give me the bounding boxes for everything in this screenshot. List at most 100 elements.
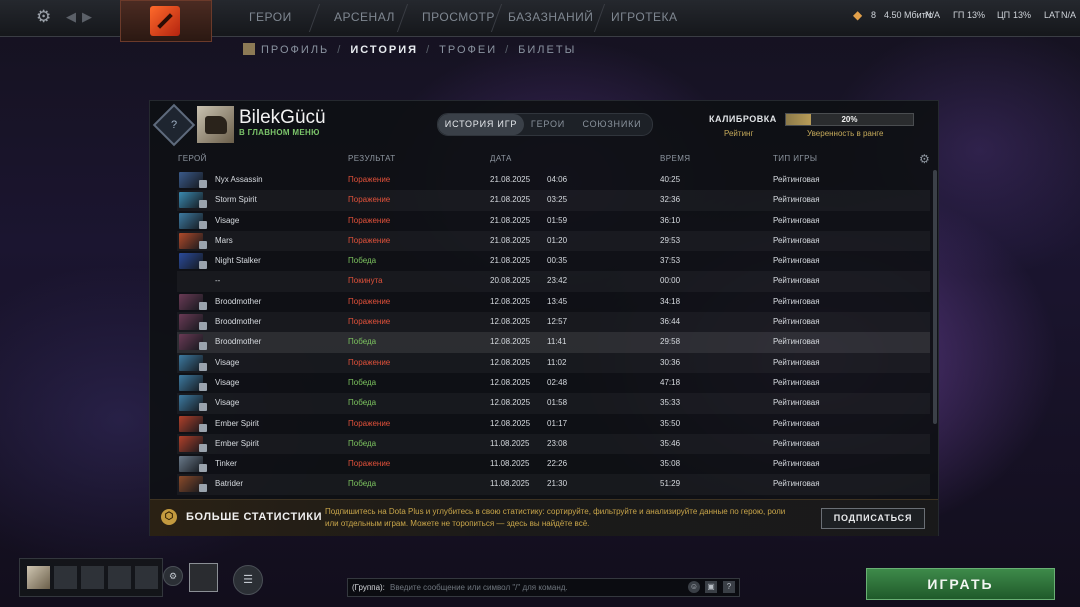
subscribe-button[interactable]: ПОДПИСАТЬСЯ xyxy=(821,508,925,529)
table-row[interactable]: Visage Победа 12.08.2025 02:48 47:18 Рейтинго… xyxy=(177,373,930,393)
match-time: 02:48 xyxy=(547,377,568,387)
role-badge-icon xyxy=(199,200,207,209)
nav-heroes[interactable]: ГЕРОИ xyxy=(249,10,292,24)
role-badge-icon xyxy=(199,464,207,473)
party-slot-empty[interactable] xyxy=(108,566,131,589)
dota-plus-icon: ⬡ xyxy=(161,509,177,525)
match-duration: 32:36 xyxy=(660,195,681,205)
gpu-value: 13% xyxy=(967,10,986,20)
hero-name: Tinker xyxy=(215,459,237,469)
chat-channel[interactable]: (Группа): xyxy=(352,579,385,596)
breadcrumb: ПРОФИЛЬ / ИСТОРИЯ / ТРОФЕИ / БИЛЕТЫ xyxy=(243,43,576,56)
nav-learn[interactable]: БАЗАЗНАНИЙ xyxy=(508,10,593,24)
avatar[interactable] xyxy=(197,106,234,143)
dota-logo-button[interactable] xyxy=(120,0,212,42)
table-row[interactable]: Mars Поражение 21.08.2025 01:20 29:53 Рейтинг… xyxy=(177,230,930,252)
match-result: Поражение xyxy=(348,459,391,469)
nav-back-forward-icons[interactable]: ◀▶ xyxy=(66,9,98,25)
hero-name: Ember Spirit xyxy=(215,418,260,428)
game-type: Рейтинговая xyxy=(773,357,820,367)
table-row[interactable]: Broodmother Поражение 12.08.2025 13:45 34:18… xyxy=(177,292,930,312)
party-slot-empty[interactable] xyxy=(54,566,77,589)
scrollbar[interactable] xyxy=(933,170,937,424)
nav-arsenal[interactable]: АРСЕНАЛ xyxy=(334,10,395,24)
match-date: 21.08.2025 xyxy=(490,195,531,205)
table-settings-icon[interactable]: ⚙ xyxy=(919,152,930,166)
dota-plus-title: БОЛЬШЕ СТАТИСТИКИ xyxy=(186,511,323,523)
table-row[interactable]: Ember Spirit Победа 11.08.2025 23:08 35:46 Ре… xyxy=(177,433,930,455)
nav-arcade[interactable]: ИГРОТЕКА xyxy=(611,10,678,24)
game-type: Рейтинговая xyxy=(773,438,820,448)
tab-match-history[interactable]: ИСТОРИЯ ИГР xyxy=(438,114,524,135)
hero-name: Visage xyxy=(215,377,240,387)
crumb-profile[interactable]: ПРОФИЛЬ xyxy=(261,44,329,56)
chat-input[interactable]: (Группа): Введите сообщение или символ "… xyxy=(347,578,740,597)
friends-icon[interactable]: ☰ xyxy=(233,565,263,595)
match-duration: 29:53 xyxy=(660,235,681,245)
player-status: В ГЛАВНОМ МЕНЮ xyxy=(239,128,320,137)
rank-emblem-icon[interactable]: ? xyxy=(152,103,196,147)
table-row[interactable]: Visage Победа 12.08.2025 01:58 35:33 Рейтинго… xyxy=(177,393,930,414)
match-result: Победа xyxy=(348,438,377,448)
match-date: 12.08.2025 xyxy=(490,317,531,327)
role-badge-icon xyxy=(199,220,207,229)
table-row[interactable]: Tinker Поражение 11.08.2025 22:26 35:08 Рейти… xyxy=(177,454,930,474)
table-row[interactable]: Broodmother Победа 12.08.2025 11:41 29:58 Рей… xyxy=(177,332,930,353)
table-row[interactable]: Storm Spirit Поражение 21.08.2025 03:25 32:3… xyxy=(177,190,930,211)
hero-name: Mars xyxy=(215,235,233,245)
party-slot-empty[interactable] xyxy=(81,566,104,589)
table-row[interactable]: -- Покинута 20.08.2025 23:42 00:00 Рейтингова… xyxy=(177,271,930,292)
table-row[interactable]: Visage Поражение 12.08.2025 11:02 30:36 Рейти… xyxy=(177,352,930,373)
tab-heroes[interactable]: ГЕРОИ xyxy=(524,114,572,135)
hero-name: Broodmother xyxy=(215,317,262,327)
match-result: Поражение xyxy=(348,215,391,225)
match-result: Поражение xyxy=(348,357,391,367)
crumb-trophies[interactable]: ТРОФЕИ xyxy=(439,44,497,56)
match-date: 21.08.2025 xyxy=(490,256,531,266)
table-row[interactable]: Batrider Победа 11.08.2025 21:30 51:29 Рейтин… xyxy=(177,474,930,495)
battle-pass-button[interactable] xyxy=(189,563,218,592)
party-slot-self[interactable] xyxy=(27,566,50,589)
nav-watch[interactable]: ПРОСМОТР xyxy=(422,10,495,24)
settings-gear-icon[interactable]: ⚙ xyxy=(36,8,54,26)
hero-name: Visage xyxy=(215,357,240,367)
col-result[interactable]: РЕЗУЛЬТАТ xyxy=(348,154,396,163)
crumb-tickets[interactable]: БИЛЕТЫ xyxy=(518,44,576,56)
shards-count: 8 xyxy=(871,10,877,20)
match-time: 22:26 xyxy=(547,459,568,469)
match-history-panel: ? BilekGücü В ГЛАВНОМ МЕНЮ ИСТОРИЯ ИГР Г… xyxy=(149,100,939,536)
chat-wheel-icon[interactable]: ▣ xyxy=(705,581,717,593)
match-duration: 29:58 xyxy=(660,337,681,347)
crumb-separator: / xyxy=(337,44,343,56)
table-row[interactable]: Broodmother Поражение 12.08.2025 12:57 36:44… xyxy=(177,312,930,333)
col-date[interactable]: ДАТА xyxy=(490,154,512,163)
table-row[interactable]: Nyx Assassin Поражение 21.08.2025 04:06 40:2… xyxy=(177,170,930,190)
col-hero[interactable]: ГЕРОЙ xyxy=(178,154,207,163)
play-button[interactable]: ИГРАТЬ xyxy=(866,568,1055,600)
match-result: Поражение xyxy=(348,175,391,184)
role-badge-icon xyxy=(199,261,207,270)
crumb-history[interactable]: ИСТОРИЯ xyxy=(350,44,418,56)
party-slot-empty[interactable] xyxy=(135,566,158,589)
hero-name: Ember Spirit xyxy=(215,438,260,448)
match-time: 01:58 xyxy=(547,398,568,408)
table-row[interactable]: Night Stalker Победа 21.08.2025 00:35 37:53 Р… xyxy=(177,251,930,271)
col-duration[interactable]: ВРЕМЯ xyxy=(660,154,690,163)
dota-logo-icon xyxy=(150,6,180,36)
table-row[interactable]: Ember Spirit Поражение 12.08.2025 01:17 35:5… xyxy=(177,414,930,434)
party-settings-icon[interactable]: ⚙ xyxy=(163,566,183,586)
role-badge-icon xyxy=(199,322,207,331)
emoji-icon[interactable]: ☺ xyxy=(688,581,700,593)
tab-allies[interactable]: СОЮЗНИКИ xyxy=(572,114,652,135)
party-bar xyxy=(19,558,163,597)
table-row[interactable]: Visage Поражение 21.08.2025 01:59 36:10 Рейти… xyxy=(177,211,930,231)
match-result: Поражение xyxy=(348,235,391,245)
hero-name: Storm Spirit xyxy=(215,195,257,205)
match-duration: 35:08 xyxy=(660,459,681,469)
col-game-type[interactable]: ТИП ИГРЫ xyxy=(773,154,817,163)
match-list: Nyx Assassin Поражение 21.08.2025 04:06 40:2… xyxy=(177,170,930,495)
match-time: 01:17 xyxy=(547,418,568,428)
match-time: 03:25 xyxy=(547,195,568,205)
help-icon[interactable]: ? xyxy=(723,581,735,593)
match-result: Поражение xyxy=(348,195,391,205)
